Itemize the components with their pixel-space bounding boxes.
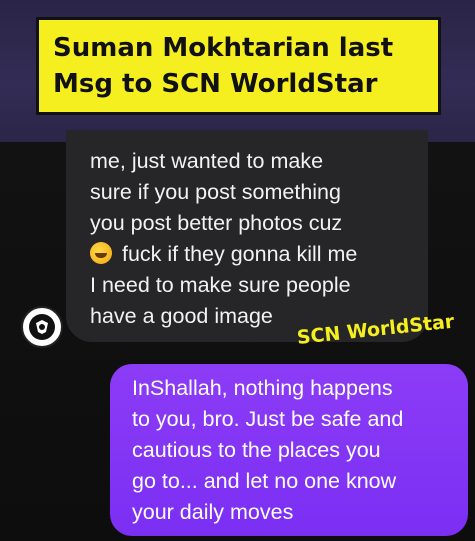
incoming-message-line: sure if you post something [90, 180, 341, 204]
headline-caption: Suman Mokhtarian last Msg to SCN WorldSt… [36, 17, 441, 115]
headline-line-1: Suman Mokhtarian last [53, 33, 394, 63]
incoming-message-bubble[interactable]: me, just wanted to make sure if you post… [66, 130, 428, 342]
laughing-emoji-icon [90, 242, 112, 264]
sender-avatar[interactable] [21, 306, 63, 348]
outgoing-message-line: InShallah, nothing happens [132, 376, 393, 400]
outgoing-message-line: cautious to the places you [132, 438, 381, 462]
badge-logo-icon [29, 314, 55, 340]
incoming-message-line: I need to make sure people [90, 273, 351, 297]
incoming-message-line-with-emoji: fuck if they gonna kill me [90, 239, 428, 270]
incoming-message-line: fuck if they gonna kill me [116, 242, 358, 266]
incoming-message-line: you post better photos cuz [90, 211, 343, 235]
outgoing-message-bubble[interactable]: InShallah, nothing happens to you, bro. … [110, 364, 468, 536]
outgoing-message-line: go to... and let no one know [132, 469, 397, 493]
outgoing-message-line: to you, bro. Just be safe and [132, 407, 404, 431]
incoming-message-line: me, just wanted to make [90, 149, 324, 173]
outgoing-message-line: your daily moves [132, 500, 294, 524]
headline-line-2: Msg to SCN WorldStar [53, 69, 378, 99]
